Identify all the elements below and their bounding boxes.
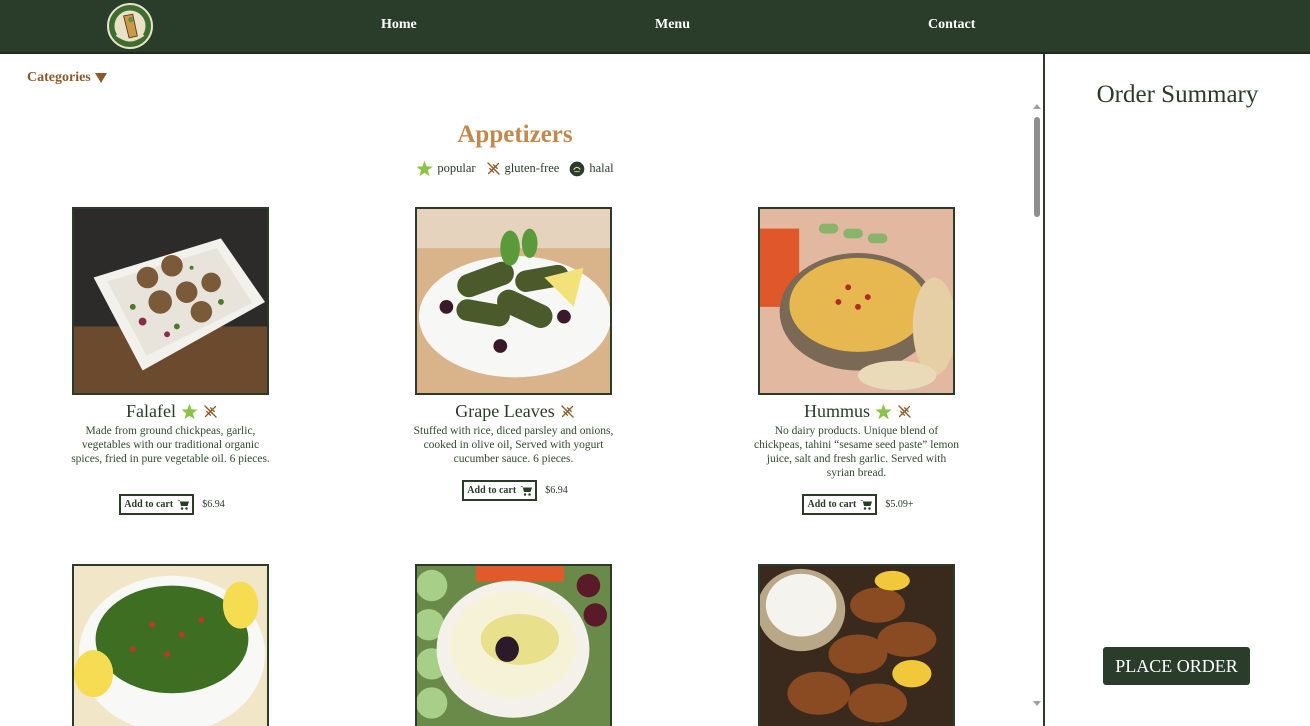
cart-icon	[177, 500, 190, 510]
nav-home-link[interactable]: Home	[381, 17, 417, 33]
add-to-cart-label: Add to cart	[807, 499, 857, 510]
nav-contact-link[interactable]: Contact	[928, 17, 975, 33]
legend-popular-label: popular	[437, 161, 476, 175]
kibbeh-photo[interactable]	[758, 564, 955, 726]
item-title-row: Grape Leaves	[385, 401, 645, 422]
gluten-free-icon	[898, 405, 911, 418]
item-actions: Add to cart $6.94	[405, 480, 625, 501]
legend-gluten-free-label: gluten-free	[504, 161, 560, 175]
legend: popular gluten-free halal	[0, 160, 1030, 177]
item-title-row: Falafel	[42, 401, 302, 422]
add-to-cart-button[interactable]: Add to cart	[119, 494, 195, 515]
top-navbar: Home Menu Contact	[0, 0, 1310, 54]
popular-star-icon	[181, 403, 198, 420]
legend-halal: halal	[569, 161, 614, 177]
categories-label: Categories	[27, 70, 91, 85]
add-to-cart-button[interactable]: Add to cart	[462, 480, 538, 501]
scroll-down-arrow-icon[interactable]	[1033, 701, 1041, 706]
logo-icon	[109, 5, 151, 47]
item-title-row: Hummus	[728, 401, 988, 422]
star-icon	[416, 160, 433, 177]
legend-halal-label: halal	[589, 161, 614, 175]
item-price: $5.09+	[885, 499, 914, 510]
falafel-photo[interactable]	[72, 207, 269, 395]
item-price: $6.94	[202, 499, 225, 510]
tabbouleh-photo[interactable]	[72, 564, 269, 726]
item-name: Grape Leaves	[455, 401, 555, 421]
item-description: Stuffed with rice, diced parsley and oni…	[413, 425, 614, 465]
content-scrollbar[interactable]	[1031, 100, 1043, 706]
add-to-cart-button[interactable]: Add to cart	[802, 494, 878, 515]
item-price: $6.94	[545, 485, 568, 496]
logo[interactable]	[107, 3, 153, 49]
item-name: Falafel	[126, 401, 176, 421]
item-actions: Add to cart $6.94	[62, 494, 282, 515]
legend-gluten-free: gluten-free	[486, 161, 560, 176]
item-description: Made from ground chickpeas, garlic, vege…	[71, 425, 270, 465]
item-name: Hummus	[803, 401, 870, 421]
sidebar-divider	[1043, 54, 1045, 726]
item-actions: Add to cart $5.09+	[748, 494, 968, 515]
cart-icon	[860, 500, 873, 510]
cart-icon	[520, 486, 533, 496]
grape-leaves-photo[interactable]	[415, 207, 612, 395]
caret-down-icon	[94, 73, 107, 83]
popular-star-icon	[875, 403, 892, 420]
scroll-up-arrow-icon[interactable]	[1033, 104, 1041, 109]
categories-dropdown[interactable]: Categories	[27, 70, 107, 86]
gluten-free-icon	[204, 405, 217, 418]
scrollbar-thumb[interactable]	[1034, 117, 1040, 217]
menu-content: Categories Appetizers popular gluten-fre…	[0, 54, 1030, 726]
gluten-free-icon	[560, 405, 574, 418]
add-to-cart-label: Add to cart	[467, 485, 517, 496]
legend-popular: popular	[416, 160, 476, 177]
section-title: Appetizers	[457, 121, 573, 148]
gluten-free-icon	[486, 162, 500, 175]
halal-icon	[570, 161, 585, 176]
hummus-photo[interactable]	[758, 207, 955, 395]
order-summary-title: Order Summary	[1096, 81, 1259, 108]
add-to-cart-label: Add to cart	[124, 499, 174, 510]
item-description: No dairy products. Unique blend of chick…	[754, 425, 960, 479]
nav-menu-link[interactable]: Menu	[655, 17, 690, 33]
dip-photo[interactable]	[415, 564, 612, 726]
place-order-button[interactable]: PLACE ORDER	[1103, 647, 1250, 685]
